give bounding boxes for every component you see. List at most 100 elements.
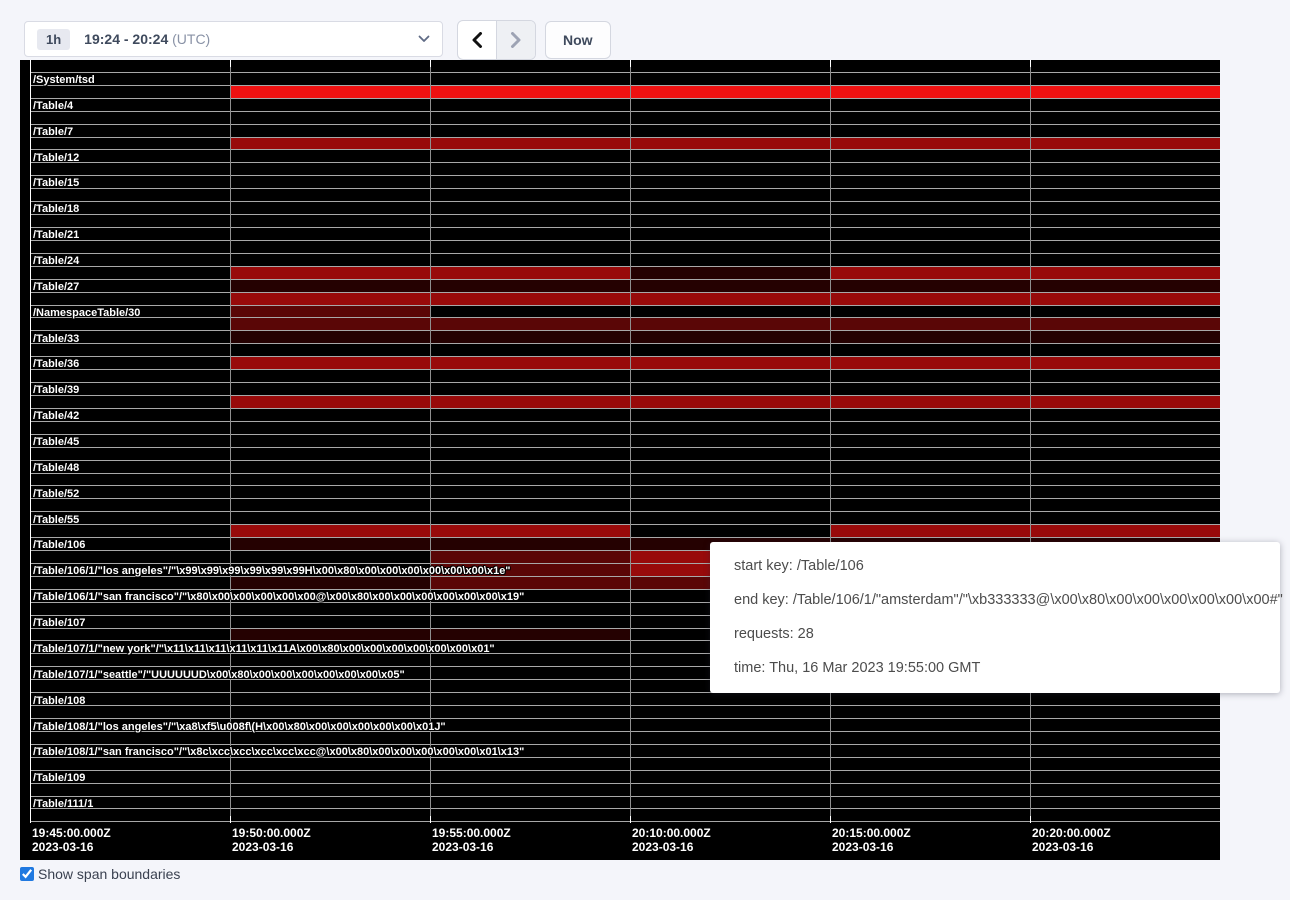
heatmap-cell[interactable] [230,383,430,396]
heatmap-cell[interactable] [30,396,230,409]
heatmap-cell[interactable] [1030,73,1220,86]
heatmap-cell[interactable] [1030,719,1220,732]
heatmap-cell[interactable] [230,771,430,784]
heatmap-cell[interactable] [630,499,830,512]
heatmap-cell[interactable] [830,73,1030,86]
heatmap-cell[interactable] [1030,293,1220,306]
heatmap-cell[interactable] [230,525,430,538]
heatmap-cell[interactable] [30,706,230,719]
heatmap-cell[interactable] [230,112,430,125]
heatmap-cell[interactable] [230,461,430,474]
heatmap-cell[interactable] [230,616,430,629]
heatmap-cell[interactable] [830,280,1030,293]
heatmap-cell[interactable] [30,758,230,771]
heatmap-cell[interactable] [1030,280,1220,293]
heatmap-cell[interactable] [630,176,830,189]
heatmap-cell[interactable] [1030,228,1220,241]
heatmap-cell[interactable] [830,344,1030,357]
heatmap-cell[interactable] [830,732,1030,745]
heatmap-cell[interactable] [830,138,1030,151]
heatmap-cell[interactable] [430,719,630,732]
heatmap-cell[interactable] [230,693,430,706]
heatmap-cell[interactable] [430,318,630,331]
heatmap-cell[interactable] [630,435,830,448]
heatmap-cell[interactable] [1030,461,1220,474]
heatmap-cell[interactable] [630,228,830,241]
heatmap-cell[interactable] [1030,125,1220,138]
heatmap-cell[interactable] [230,176,430,189]
heatmap-cell[interactable] [230,732,430,745]
heatmap-cell[interactable] [230,474,430,487]
heatmap-cell[interactable] [230,202,430,215]
heatmap-cell[interactable] [630,138,830,151]
heatmap-cell[interactable] [430,538,630,551]
heatmap-cell[interactable] [830,306,1030,319]
heatmap-cell[interactable] [430,331,630,344]
heatmap-cell[interactable] [830,86,1030,99]
heatmap-cell[interactable] [430,486,630,499]
heatmap-cell[interactable] [430,577,630,590]
show-span-boundaries-checkbox[interactable] [20,867,34,881]
heatmap-cell[interactable] [830,719,1030,732]
heatmap-cell[interactable] [830,331,1030,344]
heatmap-cell[interactable] [630,512,830,525]
heatmap-cell[interactable] [30,732,230,745]
heatmap-cell[interactable] [630,474,830,487]
heatmap-cell[interactable] [230,538,430,551]
heatmap-cell[interactable] [430,499,630,512]
heatmap-cell[interactable] [430,383,630,396]
heatmap-cell[interactable] [230,577,430,590]
heatmap-cell[interactable] [430,797,630,810]
heatmap-cell[interactable] [430,693,630,706]
heatmap-cell[interactable] [630,409,830,422]
heatmap-cell[interactable] [30,525,230,538]
heatmap-cell[interactable] [1030,189,1220,202]
heatmap-cell[interactable] [830,745,1030,758]
heatmap-cell[interactable] [630,745,830,758]
heatmap-cell[interactable] [230,551,430,564]
heatmap-cell[interactable] [230,318,430,331]
heatmap-cell[interactable] [630,202,830,215]
heatmap-cell[interactable] [630,422,830,435]
heatmap-cell[interactable] [630,306,830,319]
heatmap-cell[interactable] [1030,448,1220,461]
now-button[interactable]: Now [545,21,611,59]
heatmap-cell[interactable] [430,73,630,86]
heatmap-cell[interactable] [830,60,1030,73]
heatmap-cell[interactable] [430,112,630,125]
heatmap-cell[interactable] [230,654,430,667]
heatmap-cell[interactable] [830,448,1030,461]
heatmap-cell[interactable] [1030,202,1220,215]
heatmap-cell[interactable] [430,202,630,215]
heatmap-cell[interactable] [30,474,230,487]
heatmap-cell[interactable] [830,512,1030,525]
heatmap-cell[interactable] [430,680,630,693]
heatmap-cell[interactable] [1030,797,1220,810]
heatmap-cell[interactable] [30,215,230,228]
heatmap-cell[interactable] [630,331,830,344]
heatmap-cell[interactable] [830,474,1030,487]
heatmap-cell[interactable] [230,254,430,267]
heatmap-cell[interactable] [630,189,830,202]
heatmap-cell[interactable] [30,293,230,306]
heatmap-cell[interactable] [230,163,430,176]
heatmap-cell[interactable] [1030,86,1220,99]
heatmap-cell[interactable] [430,616,630,629]
heatmap-cell[interactable] [830,202,1030,215]
heatmap-cell[interactable] [230,603,430,616]
heatmap-cell[interactable] [1030,486,1220,499]
heatmap-cell[interactable] [1030,396,1220,409]
heatmap-cell[interactable] [430,435,630,448]
heatmap-cell[interactable] [830,771,1030,784]
heatmap-cell[interactable] [830,163,1030,176]
heatmap-cell[interactable] [1030,422,1220,435]
heatmap-cell[interactable] [230,809,430,822]
heatmap-cell[interactable] [830,267,1030,280]
heatmap-cell[interactable] [30,60,230,73]
heatmap-cell[interactable] [630,215,830,228]
heatmap-cell[interactable] [430,409,630,422]
heatmap-cell[interactable] [830,409,1030,422]
heatmap-cell[interactable] [230,73,430,86]
heatmap-cell[interactable] [630,784,830,797]
heatmap-cell[interactable] [430,654,630,667]
